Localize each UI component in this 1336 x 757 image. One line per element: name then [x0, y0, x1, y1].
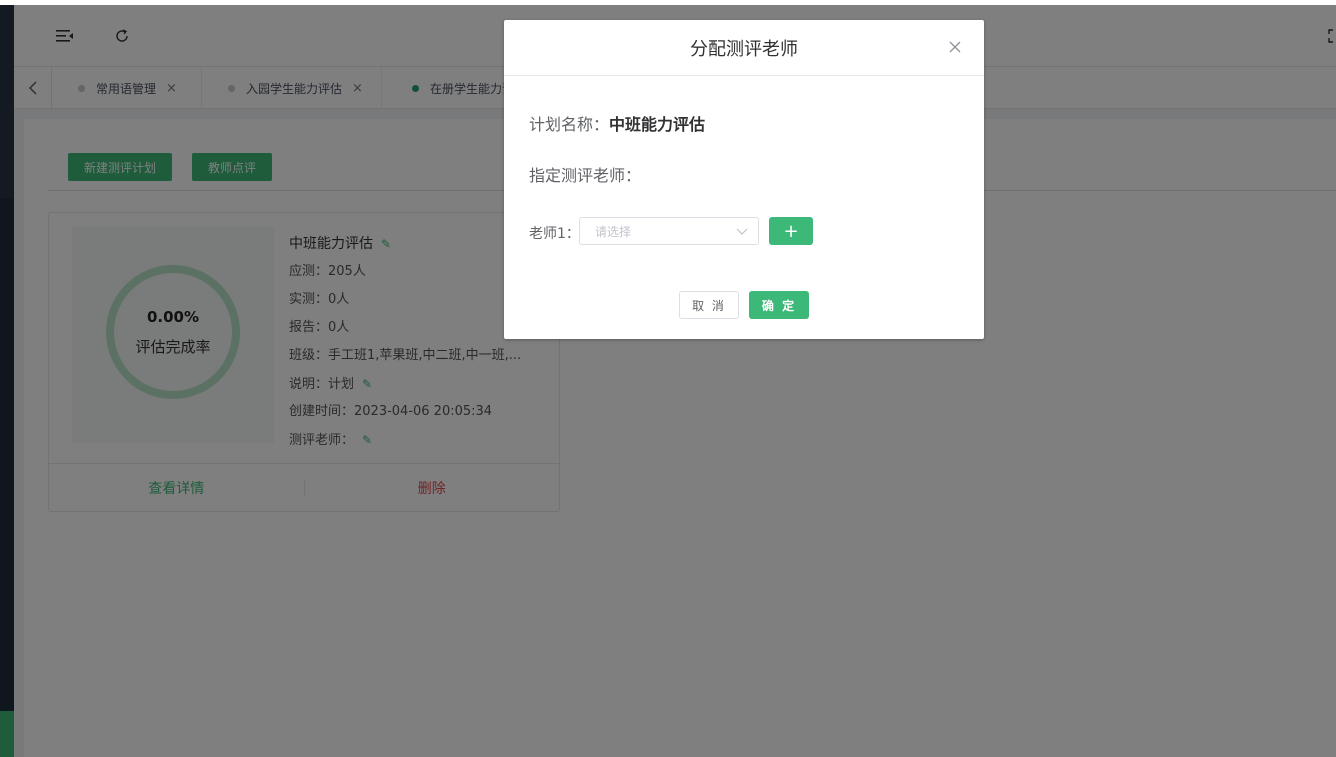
- assign-teacher-dialog: 分配测评老师 计划名称：中班能力评估 指定测评老师： 老师1： 请选择 + 取 …: [504, 20, 984, 339]
- plan-name-line: 计划名称：中班能力评估: [529, 111, 705, 135]
- top-strip: [0, 0, 1336, 5]
- assign-label: 指定测评老师：: [529, 166, 642, 185]
- plan-name-value: 中班能力评估: [609, 115, 706, 134]
- add-teacher-button[interactable]: +: [769, 217, 813, 245]
- cancel-button[interactable]: 取 消: [679, 291, 739, 319]
- dialog-title: 分配测评老师: [690, 38, 798, 60]
- select-placeholder: 请选择: [595, 224, 632, 239]
- teacher1-select[interactable]: 请选择: [579, 217, 759, 245]
- plan-name-label: 计划名称：: [529, 115, 610, 134]
- dialog-header: 分配测评老师: [504, 20, 984, 76]
- teacher1-label: 老师1：: [529, 226, 580, 242]
- chevron-down-icon: [736, 225, 748, 240]
- close-icon[interactable]: [948, 38, 964, 54]
- confirm-button[interactable]: 确 定: [749, 291, 809, 319]
